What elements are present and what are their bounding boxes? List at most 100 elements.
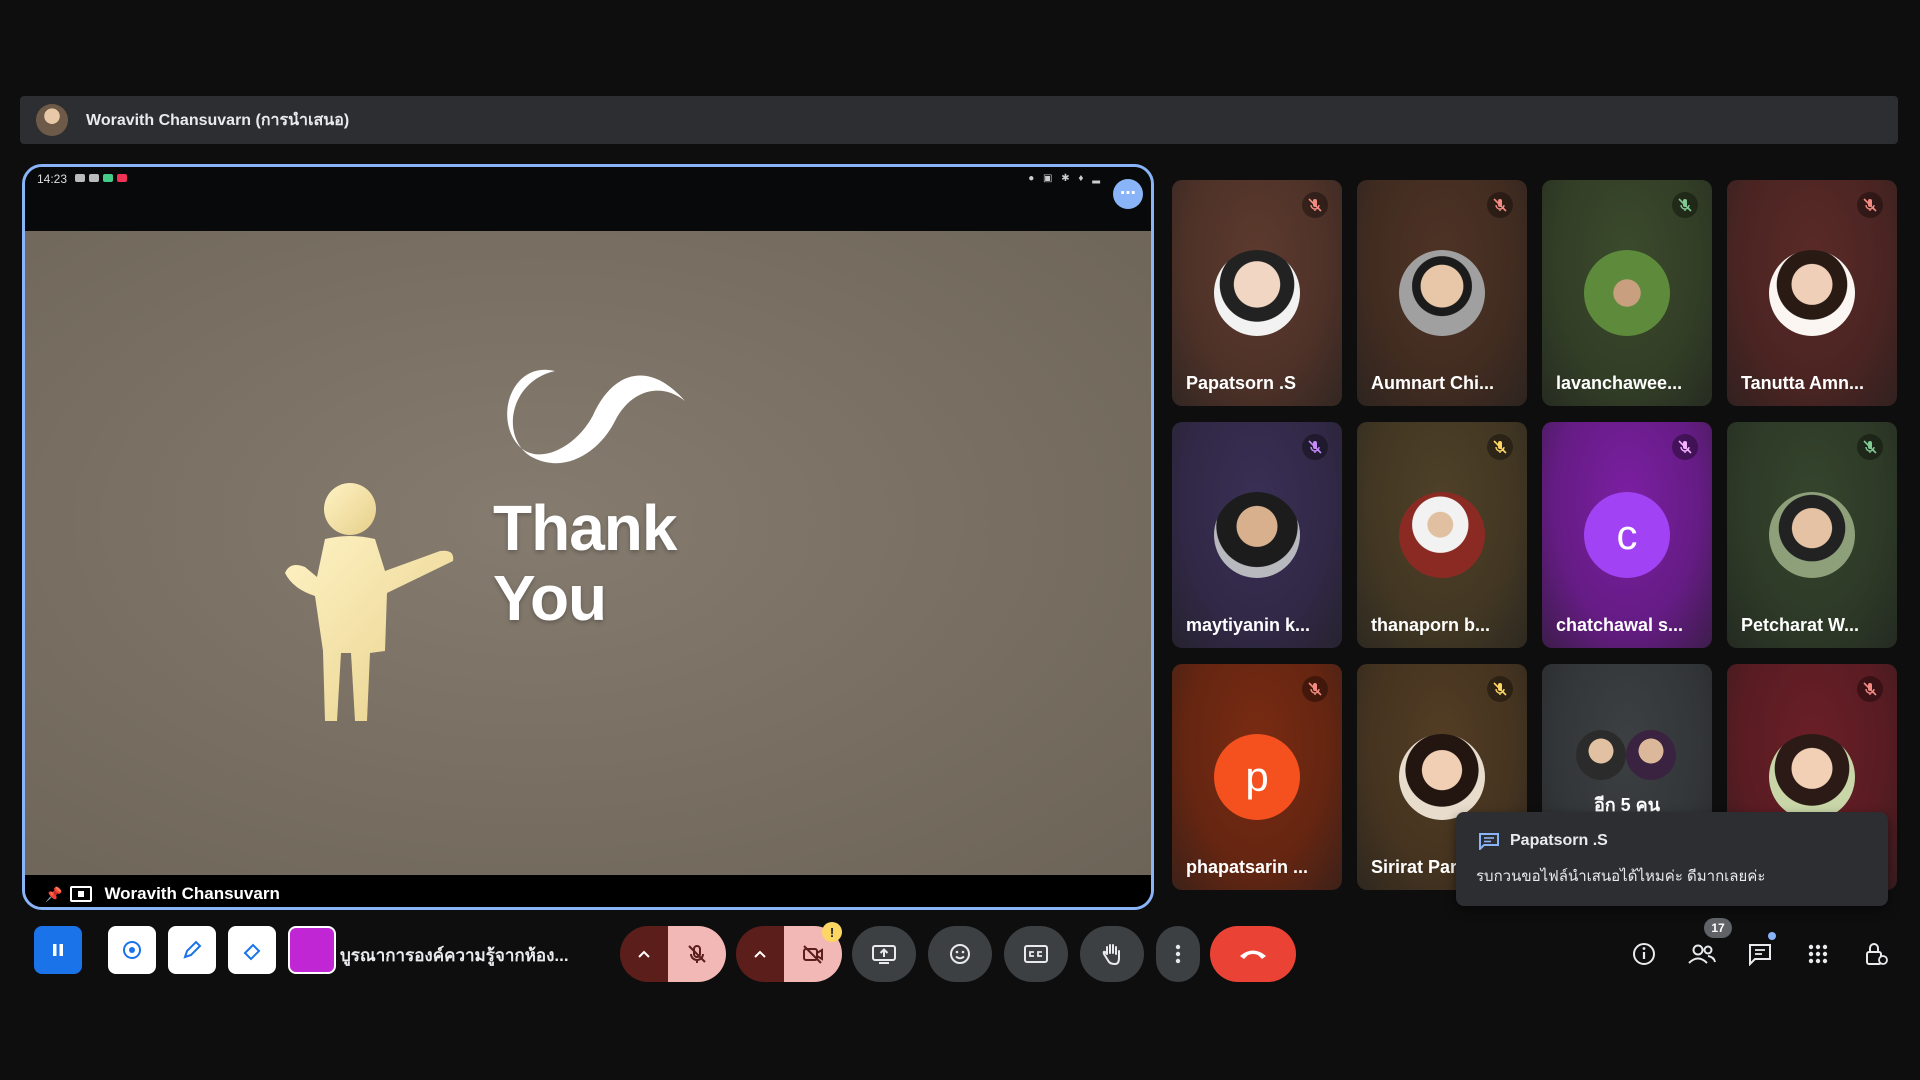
notification-icon <box>103 174 113 182</box>
present-button[interactable] <box>852 926 916 982</box>
avatar <box>1576 730 1626 780</box>
chat-notification-toast[interactable]: Papatsorn .S รบกวนขอไฟล์นำเสนอได้ไหมค่ะ … <box>1456 812 1888 906</box>
presenting-icon <box>70 886 93 902</box>
emoji-icon <box>950 944 970 964</box>
eraser-button[interactable] <box>228 926 276 974</box>
pause-button[interactable] <box>34 926 82 974</box>
raise-hand-button[interactable] <box>1080 926 1144 982</box>
mic-off-icon <box>1487 676 1513 702</box>
status-time: 14:23 <box>37 172 68 186</box>
mic-off-icon <box>1302 676 1328 702</box>
participant-tile[interactable]: lavanchawee... <box>1542 180 1712 406</box>
participant-tile[interactable]: Aumnart Chi... <box>1357 180 1527 406</box>
camera-warning-badge: ! <box>822 922 842 942</box>
avatar <box>1769 492 1855 578</box>
device-status-bar: 14:23 ● ▣ ✱ ♦ ▂ ⋯ <box>25 167 1151 231</box>
participant-name: Sirirat Par <box>1371 857 1458 877</box>
slide-title-line-1: Thank <box>493 492 677 564</box>
activities-button[interactable] <box>1800 936 1836 972</box>
toast-message: รบกวนขอไฟล์นำเสนอได้ไหมค่ะ ดีมากเลยค่ะ <box>1476 868 1766 885</box>
infinity-logo-icon <box>507 369 685 464</box>
participant-tile[interactable]: Tanutta Amn... <box>1727 180 1897 406</box>
people-button[interactable] <box>1684 936 1720 972</box>
chevron-up-icon <box>638 950 650 958</box>
participant-tile[interactable]: maytiyanin k... <box>1172 422 1342 648</box>
avatar <box>1769 250 1855 336</box>
meeting-info-button[interactable] <box>1626 936 1662 972</box>
participant-name: thanaporn b... <box>1371 615 1490 635</box>
pen-button[interactable] <box>168 926 216 974</box>
participant-name: phapatsarin ... <box>1186 857 1309 877</box>
more-options-icon[interactable]: ⋯ <box>1113 179 1143 209</box>
present-screen-icon <box>872 945 896 964</box>
participant-count-badge: 17 <box>1704 918 1732 938</box>
emoji-button[interactable] <box>928 926 992 982</box>
stage-footer: 📌 Woravith Chansuvarn <box>25 881 1151 907</box>
participant-name: Aumnart Chi... <box>1371 373 1495 393</box>
participant-tile[interactable]: thanaporn b... <box>1357 422 1527 648</box>
participant-name: maytiyanin k... <box>1186 615 1311 635</box>
chat-icon <box>1479 833 1499 850</box>
avatar-letter: p <box>1214 734 1300 820</box>
mic-off-icon <box>1302 192 1328 218</box>
mic-off-icon <box>1857 192 1883 218</box>
notification-icon <box>75 174 85 182</box>
more-options-button[interactable] <box>1156 926 1200 982</box>
avatar <box>1214 492 1300 578</box>
pointing-figure-icon <box>285 483 454 721</box>
participant-name: Petcharat W... <box>1741 615 1860 635</box>
hang-up-button[interactable] <box>1210 926 1296 982</box>
eraser-icon <box>243 943 261 961</box>
participant-name: chatchawal s... <box>1556 615 1684 635</box>
captions-button[interactable] <box>1004 926 1068 982</box>
info-icon <box>1633 943 1655 965</box>
camera-off-icon <box>803 945 823 964</box>
avatar <box>1214 250 1300 336</box>
presenter-name: Woravith Chansuvarn <box>104 884 280 903</box>
mic-off-icon <box>1487 192 1513 218</box>
raise-hand-icon <box>1102 944 1120 966</box>
participant-name: lavanchawee... <box>1556 373 1683 393</box>
mic-off-icon <box>1672 434 1698 460</box>
laser-pointer-icon <box>123 941 141 959</box>
chevron-up-icon <box>754 950 766 958</box>
activities-icon <box>1808 944 1828 964</box>
participant-tile[interactable]: Papatsorn .S <box>1172 180 1342 406</box>
presenter-avatar <box>36 104 68 136</box>
color-picker-button[interactable] <box>288 926 336 974</box>
captions-icon <box>1024 945 1048 963</box>
mic-off-icon <box>1487 434 1513 460</box>
slide-title-line-2: You <box>493 562 607 634</box>
avatar <box>1626 730 1676 780</box>
avatar <box>1584 250 1670 336</box>
participant-tile[interactable]: c chatchawal s... <box>1542 422 1712 648</box>
notification-icon <box>89 174 99 182</box>
mic-toggle-button[interactable] <box>668 926 726 982</box>
notification-icon <box>117 174 127 182</box>
people-icon <box>1688 944 1716 964</box>
system-tray-icons: ● ▣ ✱ ♦ ▂ <box>1028 173 1103 184</box>
avatar-letter: c <box>1584 492 1670 578</box>
avatar <box>1399 250 1485 336</box>
mic-off-icon <box>1672 192 1698 218</box>
pen-icon <box>183 940 202 959</box>
host-controls-button[interactable] <box>1858 936 1894 972</box>
camera-options-button[interactable] <box>736 926 784 982</box>
pin-icon[interactable]: 📌 <box>45 886 62 903</box>
status-notification-icons <box>75 174 127 182</box>
mic-options-button[interactable] <box>620 926 668 982</box>
participant-tile[interactable]: Petcharat W... <box>1727 422 1897 648</box>
host-controls-icon <box>1866 943 1888 965</box>
mic-off-icon <box>1302 434 1328 460</box>
avatar <box>1399 734 1485 820</box>
slide-title: Thank You <box>493 492 677 634</box>
laser-pointer-button[interactable] <box>108 926 156 974</box>
chat-button[interactable] <box>1742 936 1778 972</box>
participant-tile[interactable]: p phapatsarin ... <box>1172 664 1342 890</box>
avatar <box>1399 492 1485 578</box>
mic-off-icon <box>1857 434 1883 460</box>
presentation-stage[interactable]: 14:23 ● ▣ ✱ ♦ ▂ ⋯ Thank You 📌 Woravith C… <box>22 164 1154 910</box>
bottom-control-bar: บูรณาการองค์ความรู้จากห้อง... ! 17 <box>0 910 1920 1000</box>
toast-sender: Papatsorn .S <box>1510 832 1608 849</box>
presentation-bar: Woravith Chansuvarn (การนำเสนอ) <box>20 96 1898 144</box>
